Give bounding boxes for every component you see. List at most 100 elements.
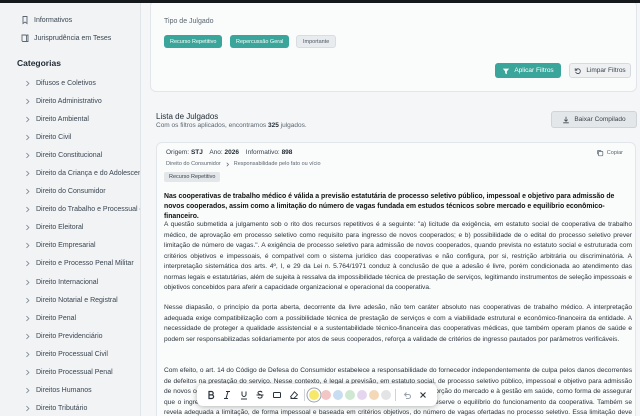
category-item[interactable]: Direito Empresarial — [0, 237, 140, 255]
sidebar-link-teses[interactable]: Jurisprudência em Teses — [0, 29, 140, 47]
category-label: Direito da Criança e do Adolescente — [36, 170, 141, 178]
book-icon — [21, 34, 29, 42]
list-title: Lista de Julgados — [156, 112, 219, 121]
italic-button[interactable] — [220, 387, 236, 403]
category-label: Direito Processual Civil — [36, 350, 108, 358]
copy-label: Copiar — [606, 150, 623, 156]
category-item[interactable]: Direito do Trabalho e Processual do Trab… — [0, 201, 140, 219]
category-label: Direito Constitucional — [36, 151, 103, 159]
category-label: Direito Civil — [36, 133, 72, 141]
judgment-meta: Origem: STJ Ano: 2026 Informativo: 898 — [166, 149, 297, 156]
color-swatch[interactable] — [357, 390, 368, 400]
highlight-box-icon — [273, 392, 282, 398]
reset-icon — [575, 67, 582, 74]
eraser-button[interactable] — [286, 387, 302, 403]
category-item[interactable]: Direito Civil — [0, 128, 140, 146]
category-item[interactable]: Direito Internacional — [0, 273, 140, 291]
color-swatch[interactable] — [321, 390, 332, 400]
clear-filters-button[interactable]: Limpar Filtros — [569, 63, 631, 78]
category-item[interactable]: Direito Ambiental — [0, 110, 140, 128]
chevron-right-icon — [26, 188, 30, 195]
category-item[interactable]: Direito Tributário — [0, 400, 140, 416]
underline-button[interactable] — [236, 387, 252, 403]
subtitle-suffix: julgados. — [280, 122, 307, 129]
highlight-box-button[interactable] — [269, 387, 285, 403]
chevron-right-icon — [26, 134, 30, 141]
color-swatch[interactable] — [309, 390, 320, 400]
year-label: Ano: — [209, 149, 223, 156]
download-compiled-button[interactable]: Baixar Compilado — [551, 111, 637, 128]
category-label: Direito do Trabalho e Processual do Trab… — [36, 206, 140, 214]
clear-filters-label: Limpar Filtros — [586, 67, 626, 74]
undo-icon — [403, 392, 411, 399]
color-swatch[interactable] — [381, 390, 392, 400]
chevron-right-icon — [26, 279, 30, 285]
category-label: Direito Administrativo — [36, 97, 102, 105]
annotation-toolbar — [197, 384, 437, 406]
category-item[interactable]: Direito Eleitoral — [0, 219, 140, 237]
category-label: Direito Eleitoral — [36, 224, 84, 232]
category-item[interactable]: Direito Penal — [0, 309, 140, 327]
color-swatch[interactable] — [369, 390, 380, 400]
judgment-paragraph: Nesse diapasão, o princípio da porta abe… — [164, 304, 632, 343]
category-item[interactable]: Direito Previdenciário — [0, 327, 140, 345]
category-item[interactable]: Direito Notarial e Registral — [0, 291, 140, 309]
judgment-type-label: Tipo de Julgado — [164, 18, 214, 25]
close-toolbar-button[interactable] — [416, 387, 432, 403]
category-item[interactable]: Direito Administrativo — [0, 92, 140, 110]
sidebar-link-informativos[interactable]: Informativos — [0, 11, 140, 29]
filter-icon — [503, 68, 510, 74]
italic-icon — [224, 391, 231, 399]
category-label: Direito do Consumidor — [36, 188, 106, 196]
informativo-value: 898 — [281, 149, 293, 156]
chevron-right-icon — [26, 152, 30, 159]
strikethrough-icon — [256, 390, 264, 399]
category-item[interactable]: Direitos Humanos — [0, 382, 140, 400]
undo-button[interactable] — [399, 387, 415, 403]
judgment-paragraph: A questão submetida a julgamento sob o r… — [164, 221, 632, 291]
chevron-right-icon — [26, 206, 30, 213]
list-subtitle: Com os filtros aplicados, encontramos 32… — [156, 122, 307, 129]
breadcrumb: Direito do Consumidor Responsabilidade p… — [166, 161, 321, 167]
category-item[interactable]: Direito Processual Penal — [0, 364, 140, 382]
toolbar-divider — [395, 389, 396, 401]
copy-button[interactable]: Copiar — [596, 149, 623, 157]
category-item[interactable]: Direito da Criança e do Adolescente — [0, 164, 140, 182]
chevron-right-icon — [26, 170, 30, 177]
bold-icon — [208, 390, 214, 400]
categories-heading: Categorias — [17, 58, 61, 68]
category-item[interactable]: Difusos e Coletivos — [0, 74, 140, 92]
filter-panel: Tipo de Julgado Recurso Repetitivo Reper… — [150, 3, 637, 92]
chevron-right-icon — [26, 80, 30, 86]
chevron-right-icon — [26, 333, 30, 340]
category-list: Difusos e Coletivos Direito Administrativ… — [0, 74, 140, 416]
category-label: Direito Empresarial — [36, 242, 96, 250]
category-item[interactable]: Direito do Consumidor — [0, 183, 140, 201]
download-label: Baixar Compilado — [574, 116, 626, 123]
breadcrumb-item[interactable]: Responsabilidade pelo fato ou vício — [234, 161, 321, 167]
apply-filters-button[interactable]: Aplicar Filtros — [495, 63, 561, 78]
subtitle-prefix: Com os filtros aplicados, encontramos — [156, 122, 267, 129]
judgment-headline: Nas cooperativas de trabalho médico é vá… — [164, 193, 615, 220]
breadcrumb-item[interactable]: Direito do Consumidor — [166, 161, 221, 167]
chevron-right-icon — [26, 116, 30, 122]
download-icon — [563, 116, 570, 123]
category-item[interactable]: Direito e Processo Penal Militar — [0, 255, 140, 273]
category-label: Difusos e Coletivos — [36, 79, 96, 87]
strikethrough-button[interactable] — [253, 387, 269, 403]
chip-importante[interactable]: Importante — [296, 35, 337, 48]
judgment-card: Origem: STJ Ano: 2026 Informativo: 898 C… — [156, 142, 636, 416]
color-swatch[interactable] — [333, 390, 344, 400]
color-swatch[interactable] — [345, 390, 356, 400]
chevron-right-icon — [26, 405, 30, 412]
bold-button[interactable] — [203, 387, 219, 403]
category-label: Direito e Processo Penal Militar — [36, 260, 134, 268]
copy-icon — [597, 150, 603, 157]
chevron-right-icon — [26, 315, 30, 322]
chip-recurso-repetitivo[interactable]: Recurso Repetitivo — [164, 35, 223, 48]
chip-repercussao-geral[interactable]: Repercussão Geral — [230, 35, 290, 48]
category-item[interactable]: Direito Constitucional — [0, 146, 140, 164]
category-item[interactable]: Direito Processual Civil — [0, 345, 140, 363]
chevron-right-icon — [26, 297, 30, 303]
category-label: Direito Ambiental — [36, 115, 89, 123]
